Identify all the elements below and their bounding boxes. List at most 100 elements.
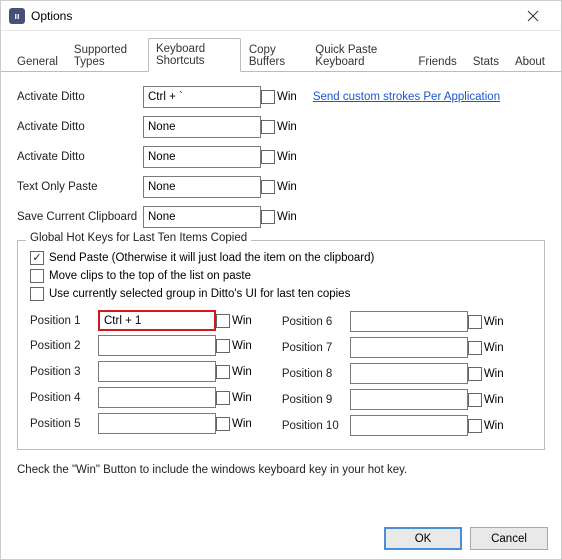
- group-legend: Global Hot Keys for Last Ten Items Copie…: [26, 232, 251, 244]
- position-4-input[interactable]: [98, 387, 216, 408]
- win-toggle[interactable]: Win: [261, 120, 297, 134]
- win-checkbox[interactable]: [216, 314, 230, 328]
- tab-supported-types[interactable]: Supported Types: [66, 39, 148, 72]
- position-2-input[interactable]: [98, 335, 216, 356]
- shortcut-row: Text Only Paste Win: [17, 176, 545, 198]
- win-label: Win: [232, 315, 252, 327]
- position-3-input[interactable]: [98, 361, 216, 382]
- position-row: Position 3 Win: [30, 361, 252, 382]
- tab-copy-buffers[interactable]: Copy Buffers: [241, 39, 307, 72]
- hotkey-input-activate-2[interactable]: [143, 116, 261, 138]
- win-toggle[interactable]: Win: [261, 210, 297, 224]
- positions-grid: Position 1 Win Position 2 Win Position 3…: [30, 311, 532, 441]
- win-toggle[interactable]: Win: [261, 90, 297, 104]
- win-toggle[interactable]: Win: [468, 367, 504, 381]
- shortcut-label: Text Only Paste: [17, 181, 143, 193]
- win-label: Win: [277, 91, 297, 103]
- win-checkbox[interactable]: [468, 393, 482, 407]
- checkbox[interactable]: [30, 251, 44, 265]
- option-label: Move clips to the top of the list on pas…: [49, 270, 251, 282]
- position-label: Position 2: [30, 340, 98, 352]
- win-checkbox[interactable]: [468, 419, 482, 433]
- position-6-input[interactable]: [350, 311, 468, 332]
- win-checkbox[interactable]: [468, 341, 482, 355]
- checkbox[interactable]: [30, 287, 44, 301]
- win-toggle[interactable]: Win: [216, 365, 252, 379]
- win-toggle[interactable]: Win: [216, 391, 252, 405]
- shortcut-row: Save Current Clipboard Win: [17, 206, 545, 228]
- position-label: Position 6: [282, 316, 350, 328]
- checkbox[interactable]: [30, 269, 44, 283]
- win-checkbox[interactable]: [261, 150, 275, 164]
- global-hotkeys-group: Global Hot Keys for Last Ten Items Copie…: [17, 240, 545, 450]
- position-5-input[interactable]: [98, 413, 216, 434]
- tab-friends[interactable]: Friends: [410, 51, 464, 72]
- win-toggle[interactable]: Win: [468, 315, 504, 329]
- option-move-top[interactable]: Move clips to the top of the list on pas…: [30, 269, 532, 283]
- position-row: Position 4 Win: [30, 387, 252, 408]
- position-9-input[interactable]: [350, 389, 468, 410]
- win-checkbox[interactable]: [216, 417, 230, 431]
- dialog-footer: OK Cancel: [384, 527, 548, 550]
- shortcut-label: Activate Ditto: [17, 121, 143, 133]
- win-label: Win: [484, 342, 504, 354]
- position-1-input[interactable]: [98, 310, 216, 331]
- win-label: Win: [484, 394, 504, 406]
- win-checkbox[interactable]: [261, 210, 275, 224]
- win-toggle[interactable]: Win: [261, 150, 297, 164]
- shortcut-label: Activate Ditto: [17, 91, 143, 103]
- close-button[interactable]: [513, 2, 553, 30]
- win-toggle[interactable]: Win: [261, 180, 297, 194]
- option-label: Send Paste (Otherwise it will just load …: [49, 252, 374, 264]
- win-toggle[interactable]: Win: [216, 339, 252, 353]
- position-8-input[interactable]: [350, 363, 468, 384]
- win-label: Win: [484, 368, 504, 380]
- position-label: Position 1: [30, 315, 98, 327]
- tab-about[interactable]: About: [507, 51, 553, 72]
- positions-col-right: Position 6 Win Position 7 Win Position 8…: [282, 311, 504, 441]
- win-checkbox[interactable]: [261, 90, 275, 104]
- hotkey-input-saveclipboard[interactable]: [143, 206, 261, 228]
- win-checkbox[interactable]: [261, 120, 275, 134]
- shortcut-label: Save Current Clipboard: [17, 211, 143, 223]
- tab-general[interactable]: General: [9, 51, 66, 72]
- win-checkbox[interactable]: [468, 367, 482, 381]
- option-label: Use currently selected group in Ditto's …: [49, 288, 350, 300]
- win-toggle[interactable]: Win: [216, 314, 252, 328]
- position-10-input[interactable]: [350, 415, 468, 436]
- position-row: Position 6 Win: [282, 311, 504, 332]
- send-custom-strokes-link[interactable]: Send custom strokes Per Application: [313, 91, 500, 103]
- position-row: Position 10 Win: [282, 415, 504, 436]
- win-toggle[interactable]: Win: [468, 393, 504, 407]
- position-label: Position 7: [282, 342, 350, 354]
- ok-button[interactable]: OK: [384, 527, 462, 550]
- win-checkbox[interactable]: [468, 315, 482, 329]
- win-label: Win: [277, 181, 297, 193]
- win-checkbox[interactable]: [216, 391, 230, 405]
- positions-col-left: Position 1 Win Position 2 Win Position 3…: [30, 311, 252, 441]
- cancel-button[interactable]: Cancel: [470, 527, 548, 550]
- position-row: Position 9 Win: [282, 389, 504, 410]
- window-title: Options: [31, 9, 513, 23]
- position-label: Position 9: [282, 394, 350, 406]
- shortcut-label: Activate Ditto: [17, 151, 143, 163]
- hotkey-input-activate-3[interactable]: [143, 146, 261, 168]
- win-toggle[interactable]: Win: [468, 341, 504, 355]
- tab-stats[interactable]: Stats: [465, 51, 507, 72]
- win-checkbox[interactable]: [261, 180, 275, 194]
- position-7-input[interactable]: [350, 337, 468, 358]
- win-toggle[interactable]: Win: [468, 419, 504, 433]
- win-label: Win: [277, 211, 297, 223]
- win-checkbox[interactable]: [216, 339, 230, 353]
- position-row: Position 7 Win: [282, 337, 504, 358]
- hotkey-input-textonly[interactable]: [143, 176, 261, 198]
- tab-quick-paste-keyboard[interactable]: Quick Paste Keyboard: [307, 39, 410, 72]
- option-use-selected-group[interactable]: Use currently selected group in Ditto's …: [30, 287, 532, 301]
- position-label: Position 4: [30, 392, 98, 404]
- hotkey-input-activate-1[interactable]: [143, 86, 261, 108]
- option-send-paste[interactable]: Send Paste (Otherwise it will just load …: [30, 251, 532, 265]
- win-checkbox[interactable]: [216, 365, 230, 379]
- win-toggle[interactable]: Win: [216, 417, 252, 431]
- position-label: Position 10: [282, 420, 350, 432]
- tab-keyboard-shortcuts[interactable]: Keyboard Shortcuts: [148, 38, 241, 72]
